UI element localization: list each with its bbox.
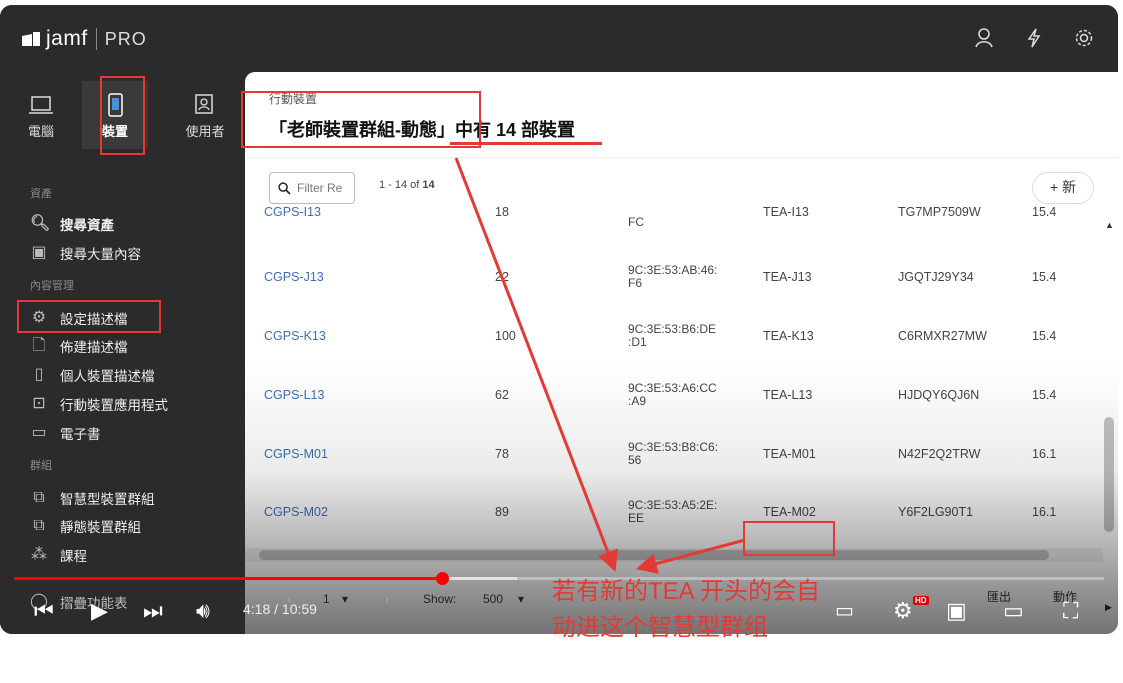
theater-mode-icon[interactable]: ▭ bbox=[1003, 598, 1024, 624]
section-content-management: 內容管理 bbox=[30, 280, 74, 292]
fullscreen-icon[interactable]: ⛶ bbox=[1063, 598, 1078, 624]
next-icon[interactable]: ⏭ bbox=[143, 598, 163, 624]
vertical-scrollbar[interactable]: ▲ ▶ bbox=[1102, 212, 1116, 612]
sidebar-item-classes[interactable]: ⁂ 課程 bbox=[30, 545, 87, 565]
edition-label: PRO bbox=[104, 28, 147, 49]
scrollbar-thumb[interactable] bbox=[1104, 417, 1114, 532]
sidebar: 電腦 裝置 使用者 資產 🔍︎ 搜尋資產 ▣ 搜尋大量內容 內容管理 ⚙ 設定描述檔 … bbox=[0, 73, 245, 634]
device-name-link[interactable]: CGPS-L13 bbox=[264, 366, 324, 424]
main-content: 行動裝置 「老師裝置群組-動態」中有 14 部裝置 Filter Re 1 - … bbox=[245, 72, 1118, 634]
sidebar-item-static-device-groups[interactable]: ⧉ 靜態裝置群組 bbox=[30, 516, 141, 536]
table-row[interactable]: CGPS-L13 62 9C:3E:53:A6:CC :A9 TEA-L13 H… bbox=[245, 366, 1103, 424]
table-row[interactable]: CGPS-M02 89 9C:3E:53:A5:2E: EE TEA-M02 Y… bbox=[245, 483, 1103, 541]
top-icons bbox=[972, 27, 1096, 51]
app-frame: jamf PRO 電腦 裝置 使用者 資產 � bbox=[0, 5, 1118, 634]
table-row[interactable]: CGPS-I13 18 FC TEA-I13 TG7MP7509W 15.4 bbox=[245, 183, 1103, 241]
table-row[interactable]: CGPS-M01 78 9C:3E:53:B8:C6: 56 TEA-M01 N… bbox=[245, 425, 1103, 483]
logo-divider bbox=[95, 28, 97, 50]
sidebar-item-personal-device-profiles[interactable]: ▯ 個人裝置描述檔 bbox=[30, 365, 155, 385]
annotation-highlight-box bbox=[241, 91, 481, 148]
tab-computers[interactable]: 電腦 bbox=[8, 81, 74, 149]
laptop-icon bbox=[29, 96, 53, 114]
device-name-link[interactable]: CGPS-I13 bbox=[264, 183, 321, 241]
jamf-logo[interactable]: jamf PRO bbox=[22, 27, 147, 51]
personal-device-icon: ▯ bbox=[34, 366, 44, 383]
progress-played bbox=[14, 577, 443, 580]
nav-tabs: 電腦 裝置 使用者 bbox=[0, 73, 245, 155]
annotation-highlight-box bbox=[743, 521, 835, 556]
user-card-icon bbox=[195, 94, 213, 114]
annotation-highlight-box bbox=[17, 300, 161, 333]
static-group-icon: ⧉ bbox=[33, 517, 45, 534]
user-icon[interactable] bbox=[972, 27, 996, 51]
jamf-mark-icon bbox=[22, 32, 40, 46]
subtitles-icon[interactable]: ▭ bbox=[835, 598, 854, 623]
annotation-underline bbox=[450, 142, 602, 145]
app-icon: ⊡ bbox=[32, 395, 46, 412]
progress-scrubber[interactable] bbox=[436, 572, 449, 585]
sidebar-item-search-inventory[interactable]: 🔍︎ 搜尋資產 bbox=[30, 214, 114, 234]
bulk-search-icon: ▣ bbox=[31, 244, 47, 261]
sidebar-item-mobile-apps[interactable]: ⊡ 行動裝置應用程式 bbox=[30, 394, 168, 414]
table-row[interactable]: CGPS-K13 100 9C:3E:53:B6:DE :D1 TEA-K13 … bbox=[245, 307, 1103, 365]
device-name-link[interactable]: CGPS-J13 bbox=[264, 248, 324, 306]
scrollbar-thumb[interactable] bbox=[259, 550, 1049, 560]
settings-gear-icon[interactable] bbox=[1072, 27, 1096, 51]
hd-badge: HD bbox=[913, 596, 929, 605]
scroll-up-arrow-icon[interactable]: ▲ bbox=[1105, 220, 1114, 230]
device-name-link[interactable]: CGPS-K13 bbox=[264, 307, 326, 365]
classes-icon: ⁂ bbox=[31, 546, 47, 563]
sidebar-item-provisioning-profiles[interactable]: 🗋 佈建描述檔 bbox=[30, 336, 128, 356]
tab-label: 電腦 bbox=[27, 124, 54, 139]
devices-table: CGPS-I13 18 FC TEA-I13 TG7MP7509W 15.4 C… bbox=[245, 205, 1103, 547]
playback-time: 4:18 / 10:59 bbox=[243, 601, 317, 617]
book-icon: ▭ bbox=[31, 424, 47, 441]
volume-icon[interactable]: 🔊︎ bbox=[196, 598, 210, 624]
tab-label: 使用者 bbox=[185, 124, 225, 139]
device-name-link[interactable]: CGPS-M02 bbox=[264, 483, 328, 541]
smart-group-icon: ⧉ bbox=[33, 489, 45, 506]
section-groups: 群組 bbox=[30, 460, 52, 472]
previous-icon[interactable]: ⏮ bbox=[34, 598, 54, 624]
play-icon[interactable]: ▶ bbox=[91, 598, 108, 624]
annotation-text: 若有新的TEA 开头的会自动进这个智慧型群组 bbox=[552, 578, 821, 641]
search-icon: 🔍︎ bbox=[30, 215, 51, 232]
sidebar-item-ebooks[interactable]: ▭ 電子書 bbox=[30, 423, 100, 443]
settings-gear-icon[interactable]: ⚙ bbox=[893, 598, 913, 624]
tab-devices[interactable]: 裝置 bbox=[82, 76, 148, 155]
section-assets: 資產 bbox=[30, 188, 52, 200]
horizontal-scrollbar[interactable] bbox=[245, 548, 1103, 562]
tab-users[interactable]: 使用者 bbox=[172, 81, 238, 149]
lightning-icon[interactable] bbox=[1022, 27, 1046, 51]
sidebar-item-smart-device-groups[interactable]: ⧉ 智慧型裝置群組 bbox=[30, 488, 154, 508]
provision-icon: 🗋 bbox=[32, 337, 46, 354]
top-bar: jamf PRO bbox=[0, 5, 1118, 73]
brand-name: jamf bbox=[46, 27, 88, 50]
device-name-link[interactable]: CGPS-M01 bbox=[264, 425, 328, 483]
annotation-highlight-box bbox=[100, 76, 145, 155]
divider bbox=[245, 157, 1118, 158]
table-row[interactable]: CGPS-J13 22 9C:3E:53:AB:46: F6 TEA-J13 J… bbox=[245, 248, 1103, 306]
sidebar-item-bulk-search[interactable]: ▣ 搜尋大量內容 bbox=[30, 243, 141, 263]
miniplayer-icon[interactable]: ▣ bbox=[946, 598, 967, 624]
